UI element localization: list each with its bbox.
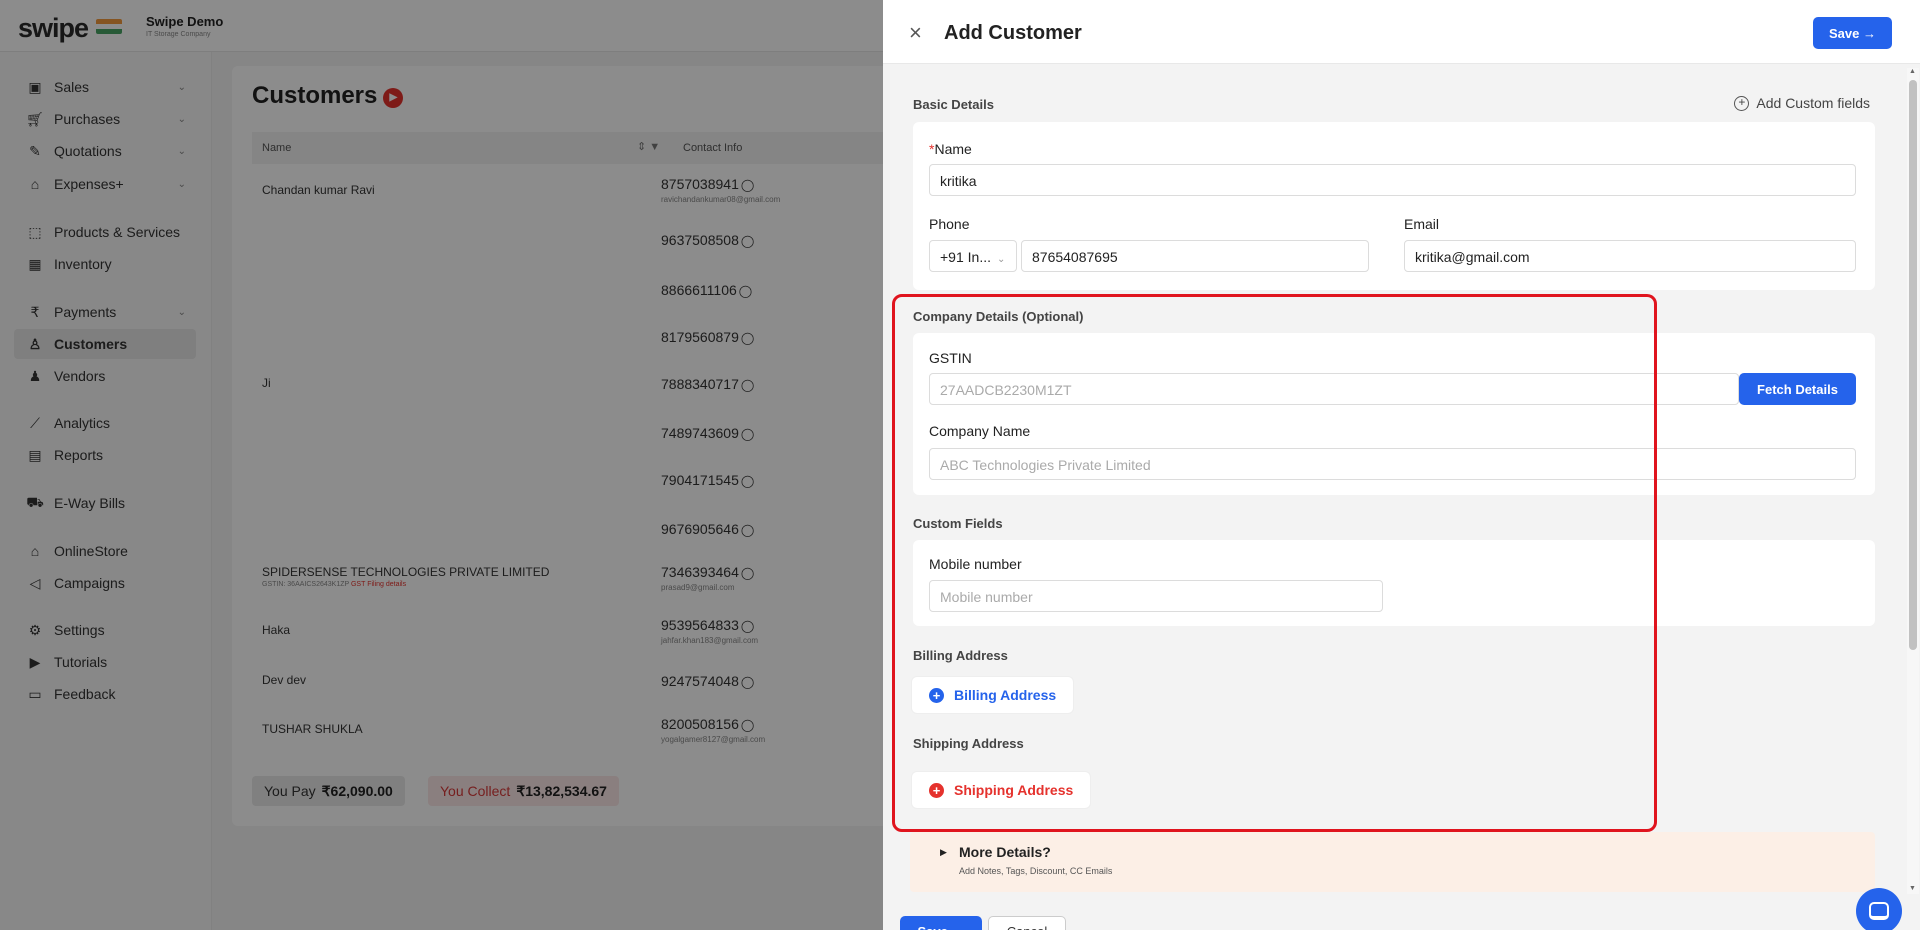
caret-right-icon: ▶ (940, 847, 947, 857)
chat-icon (1869, 902, 1889, 920)
chevron-down-icon: ⌄ (996, 254, 1006, 265)
highlight-box (892, 294, 1657, 832)
name-label: *Name (929, 141, 972, 157)
add-custom-fields-link[interactable]: + Add Custom fields (1734, 95, 1870, 111)
close-icon[interactable]: × (909, 22, 922, 44)
cancel-button[interactable]: Cancel (988, 916, 1066, 930)
email-label: Email (1404, 216, 1440, 232)
drawer-header: × Add Customer Save → (883, 0, 1920, 64)
more-details-collapsible[interactable]: ▶ More Details? Add Notes, Tags, Discoun… (910, 832, 1875, 892)
fetch-details-button[interactable]: Fetch Details (1739, 373, 1856, 405)
name-input[interactable]: kritika (929, 164, 1856, 196)
country-code-select[interactable]: +91 In... ⌄ (929, 240, 1017, 272)
name-label-text: Name (934, 141, 972, 157)
scroll-up-arrow-icon[interactable]: ▲ (1909, 68, 1916, 75)
phone-label: Phone (929, 216, 970, 232)
email-input[interactable]: kritika@gmail.com (1404, 240, 1856, 272)
footer-save-button[interactable]: Save → (900, 916, 982, 930)
basic-details-card: *Name kritika Phone +91 In... ⌄ 876540876… (913, 122, 1875, 290)
more-details-subtitle: Add Notes, Tags, Discount, CC Emails (959, 866, 1113, 876)
drawer-title: Add Customer (944, 22, 1082, 44)
section-basic-details: Basic Details (913, 97, 994, 112)
scroll-down-arrow-icon[interactable]: ▼ (1909, 885, 1916, 892)
add-customer-drawer: × Add Customer Save → Basic Details + Add… (883, 0, 1920, 930)
support-chat-button[interactable] (1856, 888, 1902, 930)
phone-input[interactable]: 87654087695 (1021, 240, 1369, 272)
plus-circle-icon: + (1734, 95, 1750, 111)
country-code-value: +91 In... (940, 249, 991, 265)
save-button[interactable]: Save → (1813, 17, 1892, 49)
scrollbar[interactable]: ▲ ▼ (1907, 68, 1919, 894)
add-custom-fields-label: Add Custom fields (1756, 95, 1870, 111)
scrollbar-thumb[interactable] (1909, 80, 1917, 650)
more-details-title: More Details? (959, 844, 1051, 860)
